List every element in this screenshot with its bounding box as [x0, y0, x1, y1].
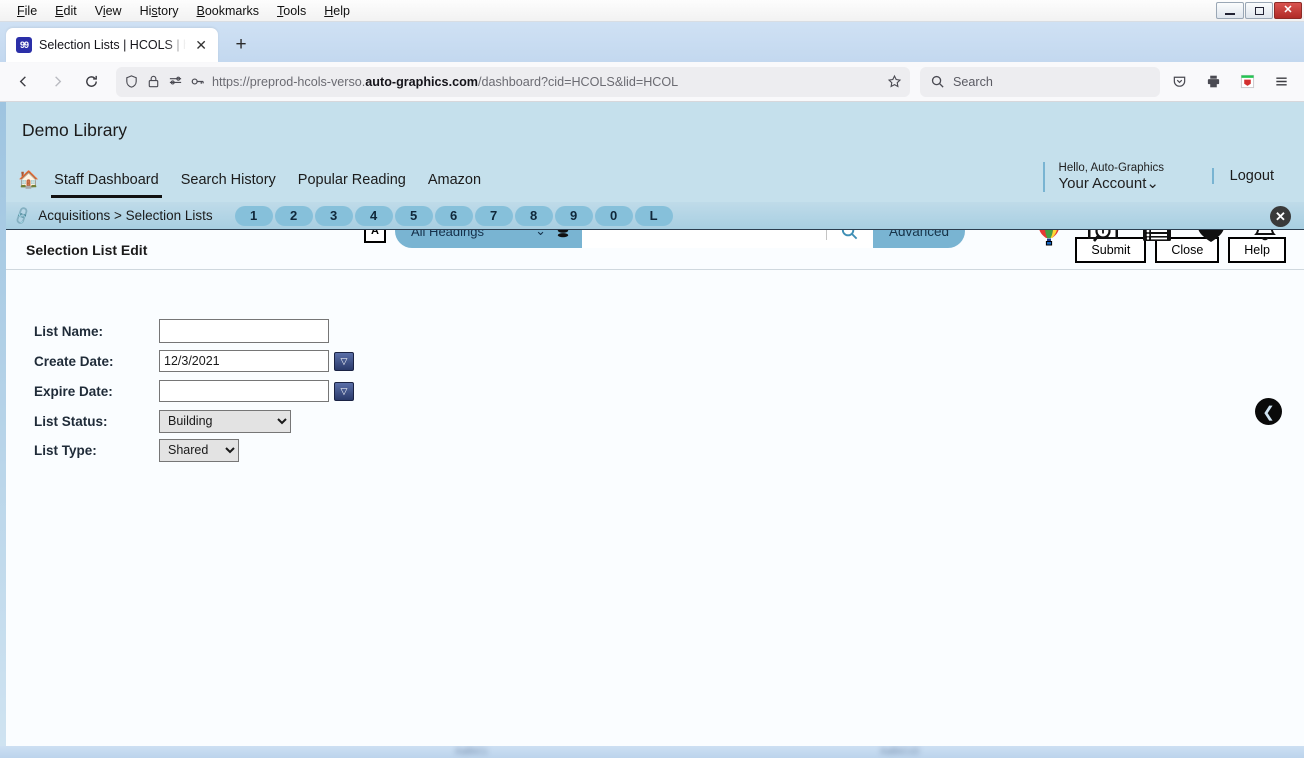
quick-pill-5[interactable]: 5 — [394, 205, 433, 226]
key-icon[interactable] — [190, 74, 205, 89]
app-brand-title: Demo Library — [22, 119, 128, 140]
nav-link-search-history[interactable]: Search History — [170, 158, 287, 202]
account-menu-button[interactable]: Your Account⌄ — [1059, 174, 1164, 192]
tab-close-icon[interactable]: ✕ — [193, 38, 209, 52]
link-chain-icon: 🔗 — [11, 204, 33, 226]
menu-help[interactable]: Help — [315, 2, 359, 20]
breadcrumb[interactable]: Acquisitions > Selection Lists — [38, 208, 212, 223]
list-name-label: List Name: — [34, 323, 104, 339]
list-status-label: List Status: — [34, 413, 108, 429]
form-row-list-status: List Status: Building — [34, 408, 1304, 434]
chevron-down-icon: ⌄ — [1146, 175, 1159, 192]
breadcrumb-row: 🔗 Acquisitions > Selection Lists 1 2 3 4… — [0, 202, 1304, 230]
quick-pill-2[interactable]: 2 — [274, 205, 313, 226]
app-nav-row: 🏠 Staff Dashboard Search History Popular… — [0, 158, 1304, 202]
account-block: Hello, Auto-Graphics Your Account⌄ — [1042, 162, 1164, 192]
url-prefix: https://preprod-hcols-verso. — [212, 74, 366, 89]
quick-pill-7[interactable]: 7 — [474, 205, 513, 226]
form-row-list-type: List Type: Shared — [34, 437, 1304, 463]
minimize-button[interactable] — [1216, 2, 1244, 19]
quick-pill-0[interactable]: 0 — [594, 205, 633, 226]
list-type-select[interactable]: Shared — [159, 438, 239, 462]
quick-pill-9[interactable]: 9 — [554, 205, 593, 226]
back-navigation-button[interactable]: ❮ — [1255, 398, 1282, 425]
quick-pill-4[interactable]: 4 — [354, 205, 393, 226]
list-type-label: List Type: — [34, 442, 97, 458]
menu-view[interactable]: View — [86, 2, 131, 20]
logout-link[interactable]: Logout — [1211, 168, 1274, 184]
browser-menubar: File Edit View History Bookmarks Tools H… — [0, 2, 359, 20]
list-name-input[interactable] — [159, 319, 329, 343]
url-text: https://preprod-hcols-verso.auto-graphic… — [212, 75, 880, 89]
web-application: Demo Library A All Headings ⌄ Advanced 🏠… — [0, 102, 1304, 746]
tab-favicon-icon: 99 — [16, 37, 32, 53]
close-icon[interactable]: ✕ — [1270, 206, 1291, 227]
background-status-right: AaBbCcD — [880, 746, 920, 756]
browser-titlebar: File Edit View History Bookmarks Tools H… — [0, 0, 1304, 22]
browser-tabstrip: 99 Selection Lists | HCOLS | hcols | ✕ + — [0, 22, 1304, 62]
form-row-create-date: Create Date: ▽ — [34, 348, 1304, 374]
menu-bookmarks[interactable]: Bookmarks — [188, 2, 269, 20]
extension-icon[interactable] — [1232, 67, 1262, 97]
nav-link-amazon[interactable]: Amazon — [417, 158, 492, 202]
selection-list-form: List Name: Create Date: ▽ Expire Date: ▽… — [0, 270, 1304, 746]
background-status-left: AaBbCc — [455, 746, 489, 756]
search-icon — [931, 75, 944, 88]
list-status-select[interactable]: Building — [159, 409, 291, 433]
browser-search-placeholder: Search — [953, 74, 993, 89]
form-row-expire-date: Expire Date: ▽ — [34, 378, 1304, 404]
forward-button[interactable] — [42, 67, 72, 97]
menu-icon[interactable] — [1266, 67, 1296, 97]
expire-date-label: Expire Date: — [34, 383, 113, 399]
create-date-input[interactable] — [159, 350, 329, 372]
nav-link-popular-reading[interactable]: Popular Reading — [287, 158, 417, 202]
browser-window: File Edit View History Bookmarks Tools H… — [0, 0, 1304, 746]
lock-icon — [148, 75, 159, 88]
menu-file[interactable]: File — [8, 2, 46, 20]
reload-button[interactable] — [76, 67, 106, 97]
tab-title: Selection Lists | HCOLS | hcols | — [39, 38, 186, 52]
form-row-list-name: List Name: — [34, 318, 1304, 344]
url-suffix: /dashboard?cid=HCOLS&lid=HCOL — [477, 74, 679, 89]
quick-pill-3[interactable]: 3 — [314, 205, 353, 226]
create-date-calendar-icon[interactable]: ▽ — [334, 351, 354, 371]
left-accent-stripe — [0, 102, 6, 746]
maximize-button[interactable] — [1245, 2, 1273, 19]
url-domain: auto-graphics.com — [365, 74, 478, 89]
browser-tab[interactable]: 99 Selection Lists | HCOLS | hcols | ✕ — [6, 28, 218, 62]
create-date-label: Create Date: — [34, 353, 114, 369]
close-window-button[interactable]: ✕ — [1274, 2, 1302, 19]
bookmark-star-icon[interactable] — [887, 74, 902, 89]
nav-link-staff-dashboard[interactable]: Staff Dashboard — [43, 158, 170, 202]
address-bar[interactable]: https://preprod-hcols-verso.auto-graphic… — [116, 66, 910, 97]
shield-icon — [126, 75, 137, 88]
menu-history[interactable]: History — [131, 2, 188, 20]
app-header: Demo Library — [0, 102, 1304, 158]
pocket-icon[interactable] — [1164, 67, 1194, 97]
quick-pill-l[interactable]: L — [634, 205, 673, 226]
permissions-icon[interactable] — [168, 74, 183, 89]
menu-edit[interactable]: Edit — [46, 2, 86, 20]
print-icon[interactable] — [1198, 67, 1228, 97]
back-button[interactable] — [8, 67, 38, 97]
account-name-label: Your Account — [1058, 175, 1147, 192]
expire-date-input[interactable] — [159, 380, 329, 402]
menu-tools[interactable]: Tools — [268, 2, 315, 20]
browser-search-bar[interactable]: Search — [920, 66, 1160, 97]
account-greeting: Hello, Auto-Graphics — [1058, 162, 1164, 174]
close-icon: ✕ — [1283, 4, 1293, 16]
quick-pill-6[interactable]: 6 — [434, 205, 473, 226]
window-controls: ✕ — [1216, 2, 1302, 19]
quick-pill-1[interactable]: 1 — [234, 205, 273, 226]
new-tab-button[interactable]: + — [226, 30, 256, 60]
expire-date-calendar-icon[interactable]: ▽ — [334, 381, 354, 401]
browser-navbar: https://preprod-hcols-verso.auto-graphic… — [0, 62, 1304, 102]
background-statusbar — [0, 744, 1304, 758]
home-icon[interactable]: 🏠 — [18, 170, 39, 190]
quick-pill-8[interactable]: 8 — [514, 205, 553, 226]
